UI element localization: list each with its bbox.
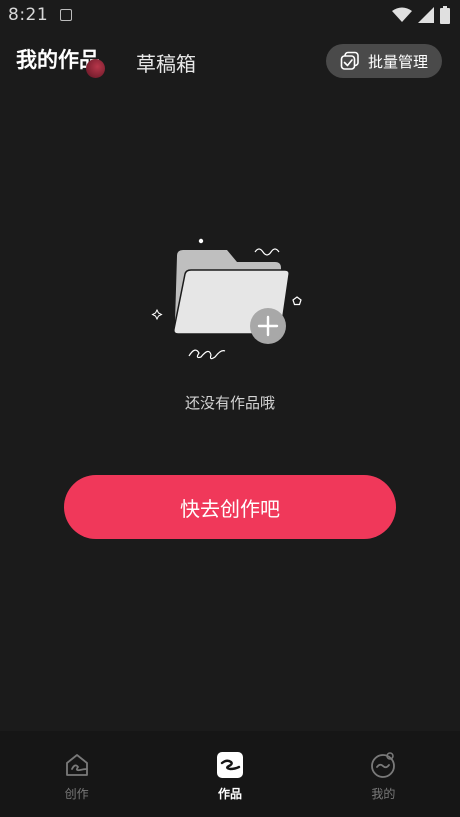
status-time: 8:21 — [8, 5, 49, 25]
tab-drafts[interactable]: 草稿箱 — [136, 48, 196, 77]
works-scribble-icon — [216, 752, 243, 778]
nav-item-works[interactable]: 作品 — [153, 731, 306, 817]
signal-icon — [418, 7, 434, 23]
multi-select-check-icon — [340, 51, 359, 70]
nav-item-create[interactable]: 创作 — [0, 731, 153, 817]
nav-label-create: 创作 — [64, 787, 89, 801]
empty-folder-icon — [151, 238, 302, 360]
house-scribble-icon — [65, 754, 88, 776]
battery-icon — [440, 6, 450, 24]
active-tab-indicator — [86, 59, 105, 78]
go-create-button[interactable]: 快去创作吧 — [64, 475, 396, 539]
empty-message: 还没有作品哦 — [184, 394, 275, 412]
wifi-icon — [392, 7, 412, 22]
bottom-nav: 创作 作品 我的 — [0, 731, 460, 817]
nav-item-mine[interactable]: 我的 — [307, 731, 460, 817]
status-icons — [392, 6, 450, 24]
batch-manage-label: 批量管理 — [368, 52, 429, 71]
batch-manage-button[interactable]: 批量管理 — [326, 44, 442, 78]
status-bar: 8:21 — [0, 0, 460, 30]
profile-circle-icon — [371, 752, 396, 778]
nav-label-mine: 我的 — [371, 787, 396, 801]
nav-label-works: 作品 — [217, 787, 242, 801]
app-screen: 8:21 我的 作品 草稿箱 批量管理 还没有作品哦 快去创作吧 创作 作品 我的 — [0, 0, 460, 817]
notification-a-icon — [60, 9, 72, 21]
